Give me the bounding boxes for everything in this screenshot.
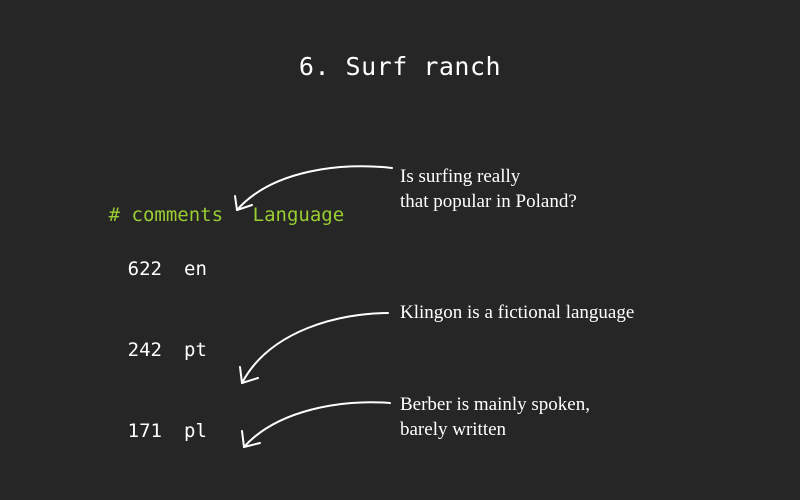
lang-cell: pt — [184, 337, 207, 364]
count-cell: 171 — [40, 418, 162, 445]
arrow-icon — [222, 160, 402, 230]
annotation-tlh: Klingon is a fictional language — [400, 300, 634, 325]
arrow-icon — [232, 395, 397, 460]
annotation-pl: Is surfing really that popular in Poland… — [400, 164, 577, 214]
count-cell: 622 — [40, 256, 162, 283]
lang-cell: en — [184, 256, 207, 283]
arrow-icon — [230, 305, 395, 395]
col-header-comments: # comments — [109, 202, 231, 229]
slide: 6. Surf ranch # commentsLanguage 622en 2… — [0, 0, 800, 500]
count-cell: 242 — [40, 337, 162, 364]
lang-cell: pl — [184, 418, 207, 445]
slide-title: 6. Surf ranch — [0, 52, 800, 81]
annotation-ber: Berber is mainly spoken, barely written — [400, 392, 590, 442]
table-row: 622 en — [40, 256, 344, 283]
